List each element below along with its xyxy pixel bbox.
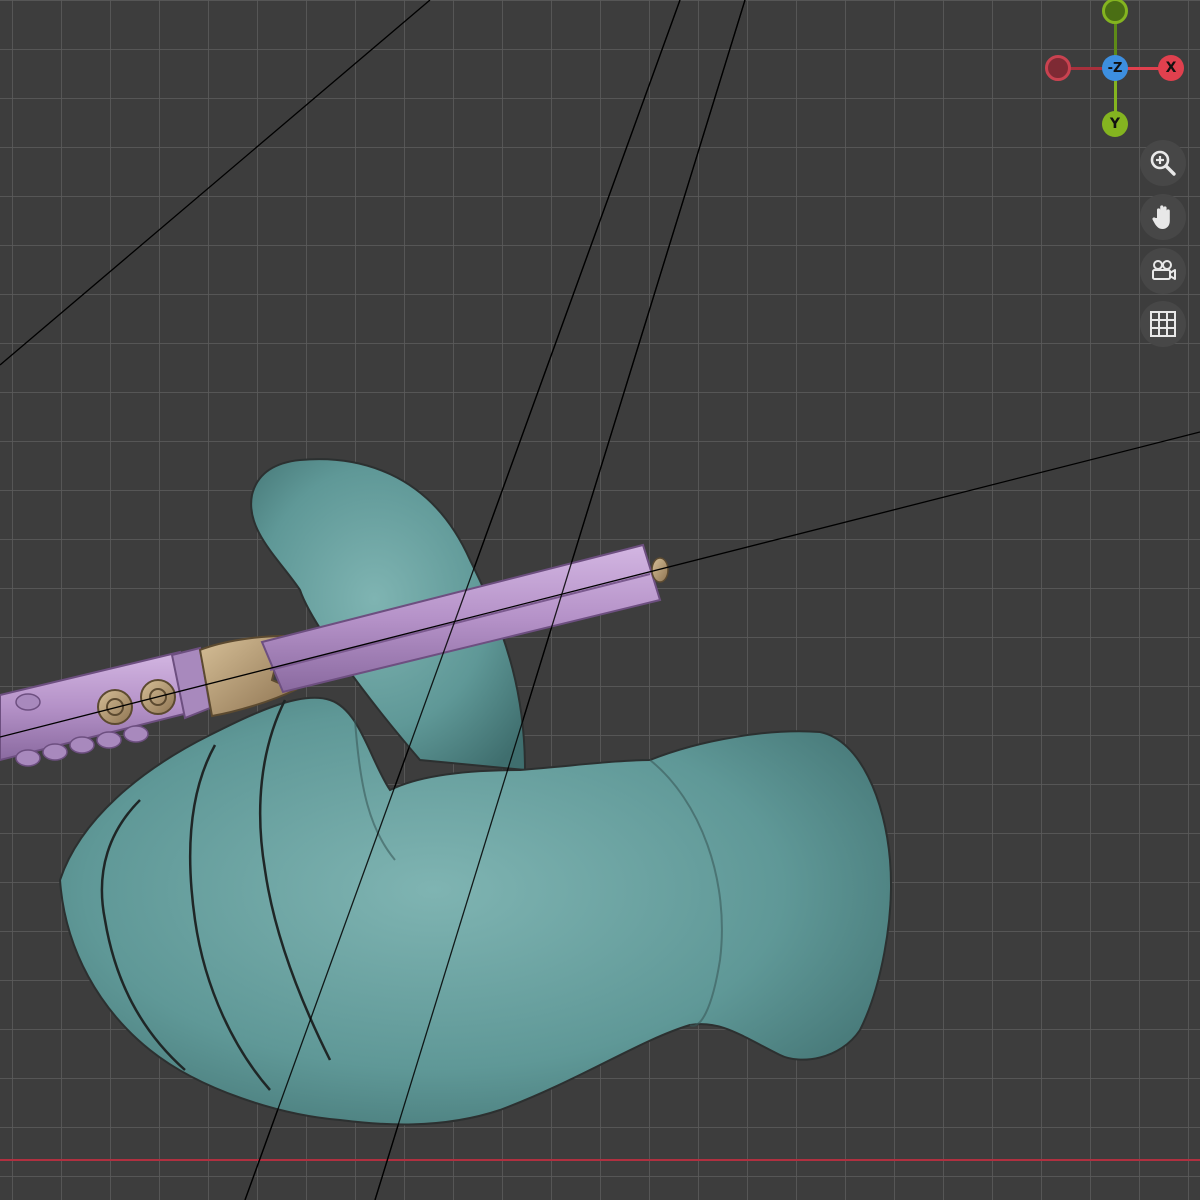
gizmo-x-axis[interactable]: X: [1158, 55, 1184, 81]
gizmo-y-axis[interactable]: Y: [1102, 111, 1128, 137]
gizmo-neg-y-axis[interactable]: [1102, 0, 1128, 24]
pan-button[interactable]: [1140, 194, 1186, 240]
navigation-gizmo[interactable]: X Y -Z: [1040, 0, 1190, 150]
zoom-button[interactable]: [1140, 140, 1186, 186]
gizmo-neg-z-axis[interactable]: -Z: [1102, 55, 1128, 81]
scene-canvas[interactable]: [0, 0, 1200, 1200]
ortho-toggle-button[interactable]: [1140, 301, 1186, 347]
camera-icon: [1152, 260, 1176, 280]
hand-icon: [1152, 205, 1170, 229]
gizmo-neg-x-axis[interactable]: [1045, 55, 1071, 81]
3d-viewport[interactable]: X Y -Z: [0, 0, 1200, 1200]
knife-tip: [651, 557, 669, 583]
grid-icon: [1150, 311, 1176, 337]
hand-mesh: [58, 458, 892, 1126]
zoom-in-icon: [1150, 150, 1176, 176]
camera-view-button[interactable]: [1140, 248, 1186, 294]
